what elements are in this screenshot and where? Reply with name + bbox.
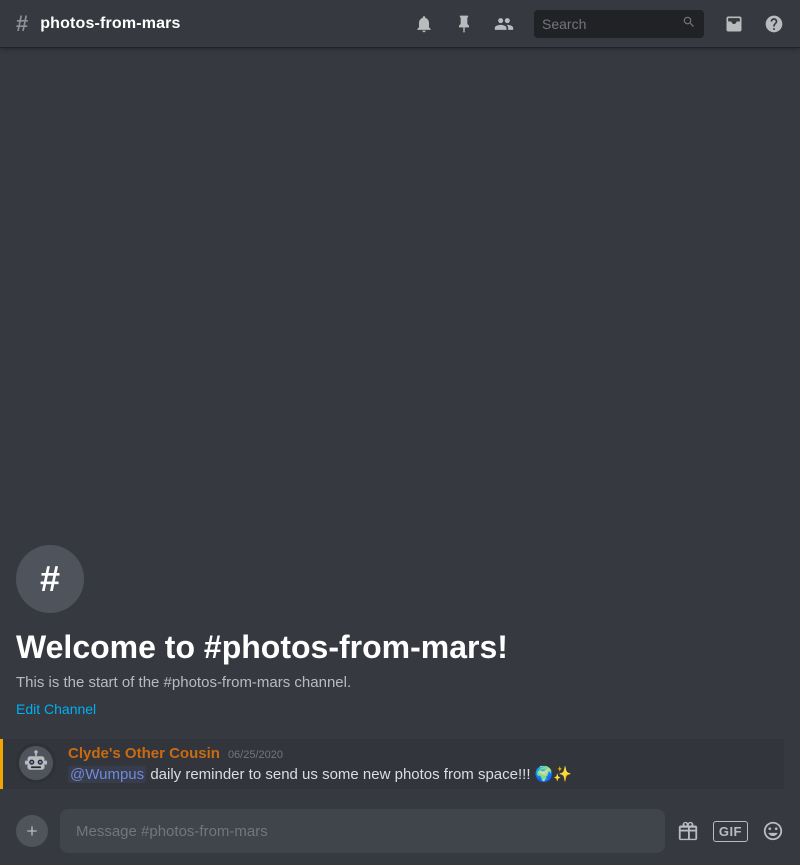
message-header: Clyde's Other Cousin 06/25/2020 — [68, 745, 784, 762]
message-author: Clyde's Other Cousin — [68, 745, 220, 762]
mention[interactable]: @Wumpus — [68, 766, 146, 783]
message-body: daily reminder to send us some new photo… — [150, 766, 572, 783]
message-text: @Wumpus daily reminder to send us some n… — [68, 764, 784, 785]
emoji-icon[interactable] — [762, 820, 784, 842]
topbar: # photos-from-mars Search — [0, 0, 800, 48]
channel-intro: # Welcome to #photos-from-mars! This is … — [0, 529, 800, 739]
search-icon — [682, 15, 696, 32]
members-icon[interactable] — [494, 14, 514, 34]
table-row: Clyde's Other Cousin 06/25/2020 @Wumpus … — [0, 739, 784, 789]
gift-icon[interactable] — [677, 820, 699, 842]
add-attachment-button[interactable] — [16, 815, 48, 847]
inbox-icon[interactable] — [724, 14, 744, 34]
bell-icon[interactable] — [414, 14, 434, 34]
edit-channel-link[interactable]: Edit Channel — [16, 701, 96, 717]
input-actions: GIF — [677, 820, 784, 842]
message-input[interactable] — [60, 809, 665, 853]
channel-welcome-desc: This is the start of the #photos-from-ma… — [16, 674, 784, 691]
message-content: Clyde's Other Cousin 06/25/2020 @Wumpus … — [68, 743, 784, 785]
avatar — [16, 743, 56, 783]
channel-hash-circle-icon: # — [40, 561, 60, 597]
message-timestamp: 06/25/2020 — [228, 749, 283, 761]
gif-button[interactable]: GIF — [713, 821, 748, 842]
channel-hash-circle: # — [16, 545, 84, 613]
channel-welcome-title: Welcome to #photos-from-mars! — [16, 629, 784, 666]
input-bar: GIF — [0, 797, 800, 865]
messages-area[interactable]: # Welcome to #photos-from-mars! This is … — [0, 48, 800, 797]
channel-name: photos-from-mars — [40, 15, 180, 33]
messages-list: Clyde's Other Cousin 06/25/2020 @Wumpus … — [0, 739, 800, 797]
topbar-icons: Search — [414, 10, 784, 38]
pin-icon[interactable] — [454, 14, 474, 34]
channel-hash-icon: # — [16, 13, 28, 35]
search-placeholder: Search — [542, 16, 676, 32]
search-box[interactable]: Search — [534, 10, 704, 38]
main-content: # Welcome to #photos-from-mars! This is … — [0, 48, 800, 865]
help-icon[interactable] — [764, 14, 784, 34]
